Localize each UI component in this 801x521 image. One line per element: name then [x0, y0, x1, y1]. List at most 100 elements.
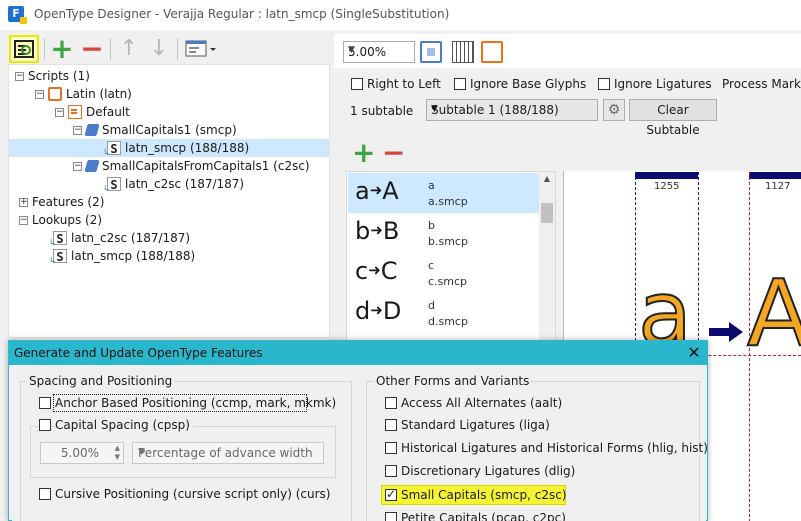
right-arrow-icon: ➜ — [370, 301, 383, 319]
add-button[interactable]: + — [50, 35, 74, 63]
glyph-pair-preview: d➜D — [355, 297, 402, 325]
tree-node-label: Scripts (1) — [28, 69, 90, 83]
zoom-select[interactable]: 5.00% ▼ — [343, 41, 415, 63]
collapse-icon[interactable]: − — [15, 71, 24, 81]
left-edge-strip — [0, 64, 8, 344]
form-options-button[interactable] — [184, 37, 218, 61]
process-marks-label: Process Marks: — [722, 77, 801, 91]
substitution-lookup-icon: S — [50, 249, 67, 268]
liga-label: Standard Ligatures (liga) — [401, 418, 550, 432]
hlig-label: Historical Ligatures and Historical Form… — [401, 441, 708, 455]
glyph-pair-preview: b➜B — [355, 217, 400, 245]
ignore-base-glyphs-checkbox[interactable] — [454, 78, 466, 90]
aalt-label: Access All Alternates (aalt) — [401, 396, 563, 410]
substitution-lookup-icon: S — [104, 177, 121, 196]
spacing-group-title: Spacing and Positioning — [27, 374, 175, 388]
cursive-positioning-checkbox[interactable] — [39, 488, 51, 500]
close-icon[interactable]: ✕ — [685, 344, 703, 362]
app-icon: F — [8, 6, 27, 24]
tree-node-smcp-lookup[interactable]: S latn_smcp (188/188) — [9, 139, 329, 160]
tree-node-latin[interactable]: − Latin (latn) — [35, 85, 132, 103]
source-glyph-name: d — [428, 299, 435, 312]
tree-node-default[interactable]: − Default — [55, 103, 130, 121]
other-forms-group-title: Other Forms and Variants — [374, 374, 532, 388]
smcp-label: Small Capitals (smcp, c2sc) — [401, 488, 567, 502]
target-glyph-name: c.smcp — [428, 275, 468, 288]
script-icon — [48, 87, 62, 101]
collapse-icon[interactable]: − — [35, 89, 44, 99]
edit-glyph-icon[interactable] — [481, 41, 503, 63]
fit-view-icon[interactable] — [420, 41, 442, 63]
chevron-down-icon: ▼ — [138, 447, 145, 457]
tree-node-label: latn_smcp (188/188) — [71, 249, 196, 263]
smcp-checkbox[interactable] — [385, 487, 397, 501]
scroll-up-icon[interactable]: ▲ — [539, 172, 555, 186]
dlig-label: Discretionary Ligatures (dlig) — [401, 464, 576, 478]
glyph-pair-preview: a➜A — [355, 177, 399, 205]
dlig-checkbox[interactable] — [385, 465, 397, 477]
tree-node-features[interactable]: + Features (2) — [19, 193, 104, 211]
minus-icon: − — [382, 136, 406, 169]
language-icon — [68, 105, 82, 119]
right-arrow-icon: ➜ — [368, 261, 381, 279]
hlig-checkbox[interactable] — [385, 442, 397, 454]
tree-node-label: latn_c2sc (187/187) — [125, 177, 245, 191]
collapse-icon[interactable]: − — [73, 161, 82, 171]
tree-node-smcp-feature[interactable]: − SmallCapitals1 (smcp) — [73, 121, 237, 139]
list-item[interactable]: b➜B b b.smcp — [348, 213, 540, 253]
capital-spacing-label: Capital Spacing (cpsp) — [55, 418, 193, 432]
scroll-thumb[interactable] — [541, 203, 553, 223]
substitution-lookup-icon: S — [104, 141, 121, 160]
tree-node-label: Lookups (2) — [32, 213, 103, 227]
tree-node-lookup-c2sc[interactable]: S latn_c2sc (187/187) — [50, 229, 190, 250]
remove-button[interactable]: − — [80, 35, 104, 63]
list-item[interactable]: d➜D d d.smcp — [348, 293, 540, 333]
aalt-checkbox[interactable] — [385, 397, 397, 409]
glyph-grid-icon[interactable] — [452, 41, 474, 63]
move-down-button[interactable]: ↓ — [147, 37, 171, 61]
features-tree[interactable]: − Scripts (1) − Latin (latn) − Default −… — [8, 64, 330, 338]
list-item[interactable]: c➜C c c.smcp — [348, 253, 540, 293]
tree-node-label: Features (2) — [32, 195, 105, 209]
tree-node-lookup-smcp[interactable]: S latn_smcp (188/188) — [50, 247, 196, 268]
stepper-arrows-icon[interactable]: ▲ ▼ — [115, 444, 120, 462]
list-scrollbar[interactable] — [539, 172, 555, 342]
clear-subtable-button[interactable]: Clear Subtable — [629, 99, 717, 137]
collapse-icon[interactable]: − — [73, 125, 82, 135]
title-bar: F OpenType Designer - Verajja Regular : … — [0, 0, 801, 30]
advance-width-value: 1255 — [654, 181, 680, 192]
subtable-select[interactable]: Subtable 1 (188/188) ▼ — [426, 99, 598, 121]
tree-node-scripts[interactable]: − Scripts (1) — [15, 67, 90, 85]
spacing-unit-select[interactable]: Percentage of advance width ▼ — [132, 442, 324, 464]
tree-node-label: Latin (latn) — [66, 87, 132, 101]
tree-node-label: latn_smcp (188/188) — [125, 141, 250, 155]
capital-spacing-checkbox[interactable] — [39, 419, 51, 431]
subtable-settings-button[interactable]: ⚙ — [603, 99, 625, 121]
down-arrow-icon: ↓ — [149, 36, 169, 61]
dialog-title: Generate and Update OpenType Features — [14, 346, 263, 360]
liga-checkbox[interactable] — [385, 419, 397, 431]
ignore-ligatures-checkbox[interactable] — [598, 78, 610, 90]
toolbar-separator — [110, 38, 111, 60]
window-title: OpenType Designer - Verajja Regular : la… — [34, 7, 450, 21]
toolbar-separator — [44, 38, 45, 60]
collapse-icon[interactable]: − — [55, 107, 64, 117]
substitution-list[interactable]: a➜A a a.smcp b➜B b b.smcp c➜C c c.smcp d… — [346, 171, 556, 343]
tree-node-c2sc-feature[interactable]: − SmallCapitalsFromCapitals1 (c2sc) — [73, 157, 310, 175]
chevron-down-icon: ▼ — [431, 104, 438, 114]
tree-node-c2sc-lookup[interactable]: S latn_c2sc (187/187) — [104, 175, 245, 196]
anchor-positioning-checkbox[interactable] — [39, 397, 51, 409]
feature-icon — [84, 124, 100, 136]
add-substitution-button[interactable]: + — [352, 139, 376, 167]
expand-icon[interactable]: + — [19, 197, 28, 207]
generate-features-button[interactable] — [9, 35, 39, 63]
tree-node-lookups[interactable]: − Lookups (2) — [19, 211, 102, 229]
move-up-button[interactable]: ↑ — [117, 37, 141, 61]
gear-icon: ⚙ — [607, 102, 621, 118]
collapse-icon[interactable]: − — [19, 215, 28, 225]
remove-substitution-button[interactable]: − — [382, 139, 406, 167]
right-to-left-checkbox[interactable] — [351, 78, 363, 90]
spacing-value-stepper[interactable]: 5.00% ▲ ▼ — [40, 442, 124, 464]
pcap-checkbox[interactable] — [385, 512, 397, 521]
list-item[interactable]: a➜A a a.smcp — [348, 173, 540, 213]
